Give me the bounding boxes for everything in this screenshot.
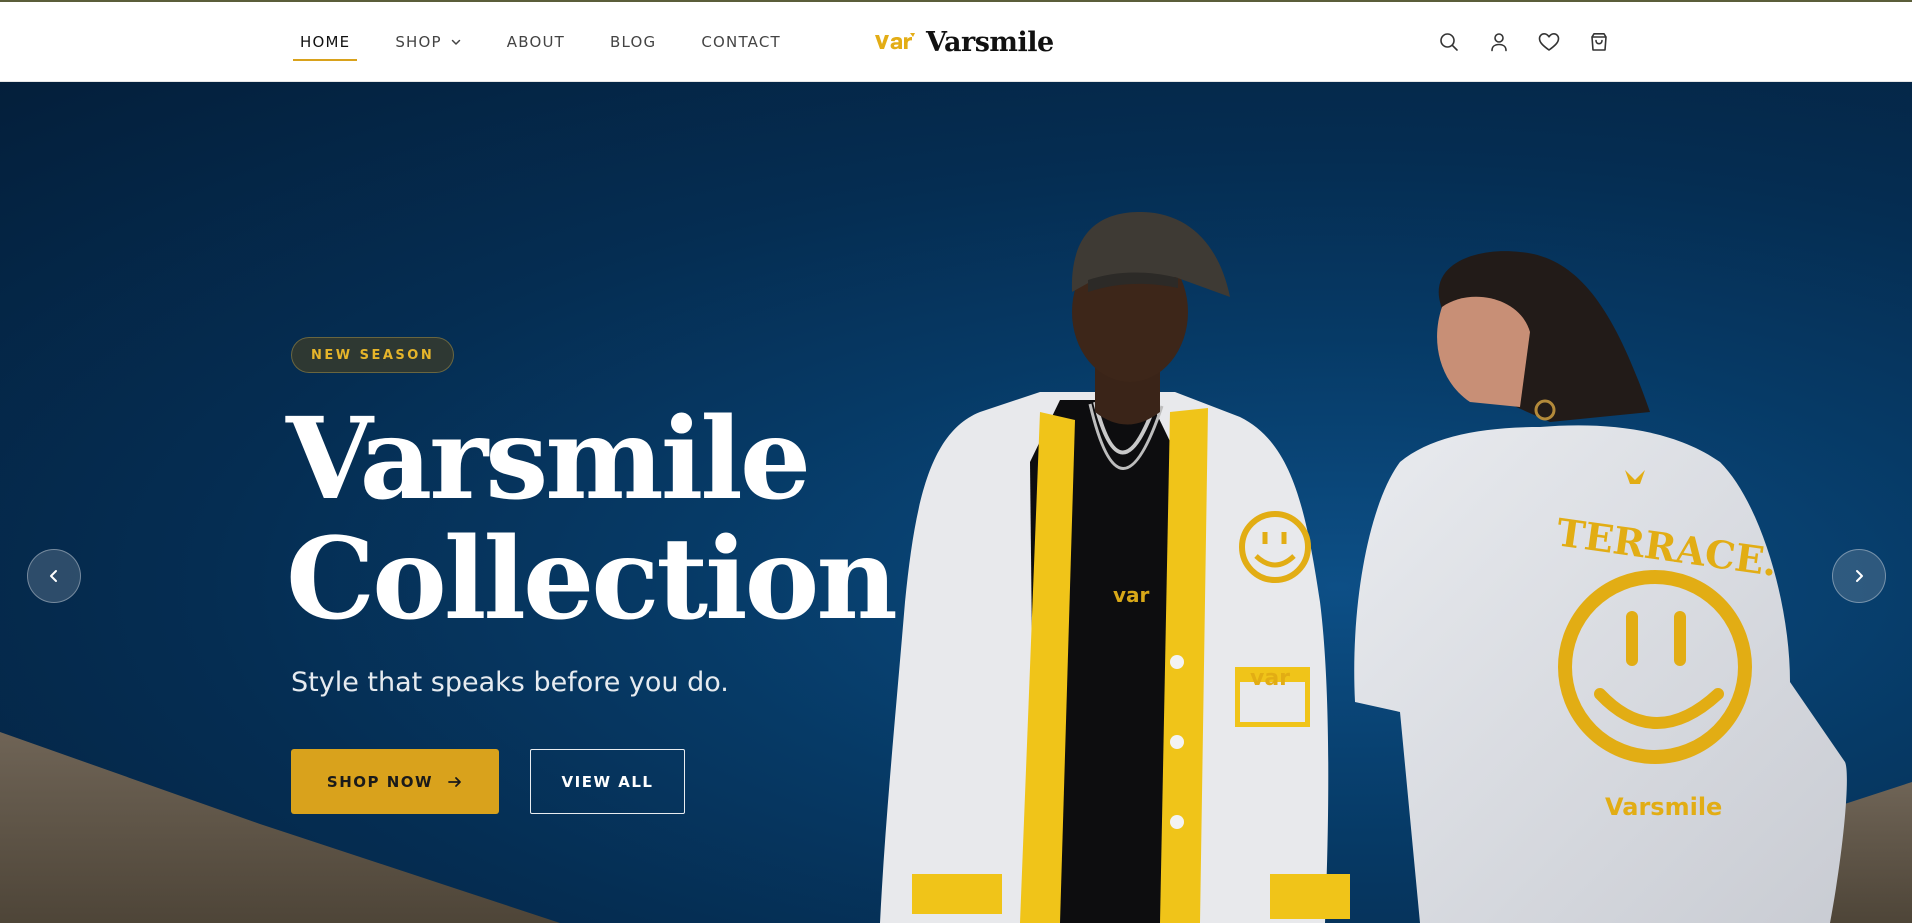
- hero-title-line2: Collection: [286, 514, 898, 645]
- heart-icon[interactable]: [1538, 31, 1560, 53]
- chevron-down-icon: [451, 39, 461, 45]
- nav-about[interactable]: ABOUT: [507, 2, 565, 82]
- shop-now-label: SHOP NOW: [326, 772, 434, 791]
- nav-blog[interactable]: BLOG: [610, 2, 656, 82]
- carousel-prev-button[interactable]: [27, 549, 81, 603]
- brand-logo[interactable]: Varsmile: [874, 2, 1054, 82]
- hero-title-line1: Varsmile: [286, 394, 811, 525]
- chevron-left-icon: [50, 570, 57, 582]
- arrow-right-icon: [448, 776, 461, 787]
- new-season-badge: NEW SEASON: [291, 337, 455, 373]
- nav-shop[interactable]: SHOP: [395, 2, 461, 82]
- nav-shop-label: SHOP: [395, 33, 442, 51]
- logo-mark-icon: [875, 33, 915, 50]
- hero-banner: var var TERRACE. Varsmile NEW SEASON Var…: [0, 82, 1912, 923]
- cart-icon[interactable]: [1588, 31, 1610, 53]
- logo-wordmark: Varsmile: [926, 26, 1054, 58]
- user-icon[interactable]: [1488, 31, 1510, 53]
- search-icon[interactable]: [1438, 31, 1460, 53]
- nav-actions: [1438, 2, 1638, 82]
- shirt-bottom-text: Varsmile: [1605, 793, 1722, 821]
- hero-subtitle: Style that speaks before you do.: [291, 667, 729, 698]
- nav-contact[interactable]: CONTACT: [701, 2, 781, 82]
- cardigan-chest-text: var: [1113, 583, 1150, 607]
- model-woman: [1354, 251, 1847, 923]
- hero-title: Varsmile Collection: [286, 400, 926, 640]
- nav-home[interactable]: HOME: [292, 2, 358, 82]
- navbar: HOME SHOP ABOUT BLOG CONTACT Varsmile: [0, 2, 1912, 82]
- model-man: [880, 212, 1350, 923]
- view-all-button[interactable]: VIEW ALL: [530, 749, 685, 814]
- shop-now-button[interactable]: SHOP NOW: [291, 749, 499, 814]
- main-nav: HOME SHOP ABOUT BLOG CONTACT: [292, 2, 826, 82]
- carousel-next-button[interactable]: [1832, 549, 1886, 603]
- chevron-right-icon: [1856, 570, 1863, 582]
- cardigan-patch-text: var: [1250, 666, 1290, 691]
